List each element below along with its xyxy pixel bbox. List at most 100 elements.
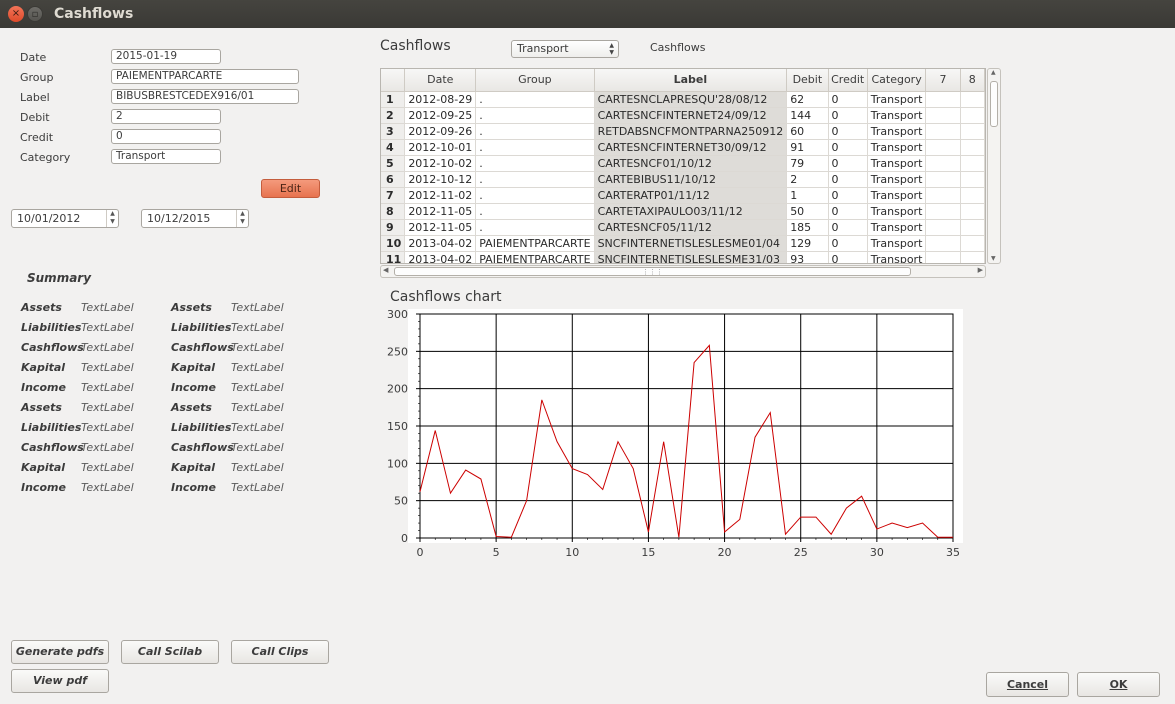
spin-arrows-icon[interactable]: ▲ ▼ <box>236 210 248 227</box>
table-row[interactable]: 10 2013-04-02 PAIEMENTPARCARTE SNCFINTERNET… <box>381 235 985 252</box>
table-row[interactable]: 4 2012-10-01. CARTESNCFINTERNET30/09/12 91 0… <box>381 139 985 156</box>
cell-group[interactable]: . <box>475 171 595 188</box>
cell-credit[interactable]: 0 <box>828 171 868 188</box>
cell-credit[interactable]: 0 <box>828 235 868 252</box>
column-header-label[interactable]: Label <box>594 69 788 92</box>
cancel-button[interactable]: Cancel <box>986 672 1069 697</box>
cell-group[interactable]: . <box>475 139 595 156</box>
cell-group[interactable]: . <box>475 203 595 220</box>
close-window-icon[interactable]: × <box>8 6 24 22</box>
cell-label[interactable]: CARTESNCFINTERNET30/09/12 <box>594 139 788 156</box>
vertical-scroll-thumb[interactable] <box>990 81 998 127</box>
scroll-up-icon[interactable]: ▲ <box>991 69 996 76</box>
cell-group[interactable]: . <box>475 155 595 172</box>
cell-label[interactable]: CARTEBIBUS11/10/12 <box>594 171 788 188</box>
cell-debit[interactable]: 62 <box>786 91 829 108</box>
cell-date[interactable]: 2012-11-05 <box>404 203 477 220</box>
row-number[interactable]: 5 <box>381 155 406 172</box>
cell-empty[interactable] <box>925 139 961 156</box>
column-header-8[interactable]: 8 <box>960 69 985 92</box>
cell-group[interactable]: . <box>475 219 595 236</box>
cell-category[interactable]: Transport <box>867 219 927 236</box>
cell-label[interactable]: SNCFINTERNETISLESLESME31/03 <box>594 251 788 263</box>
cell-empty[interactable] <box>960 235 985 252</box>
table-row[interactable]: 2 2012-09-25. CARTESNCFINTERNET24/09/12 144… <box>381 107 985 124</box>
call-clips-button[interactable]: Call Clips <box>231 640 329 664</box>
table-row[interactable]: 8 2012-11-05. CARTETAXIPAULO03/11/12 50 0 Tra… <box>381 203 985 220</box>
cell-empty[interactable] <box>925 171 961 188</box>
cell-group[interactable]: . <box>475 107 595 124</box>
cell-debit[interactable]: 2 <box>786 171 829 188</box>
cell-empty[interactable] <box>960 139 985 156</box>
cell-group[interactable]: . <box>475 91 595 108</box>
generate-pdfs-button[interactable]: Generate pdfs <box>11 640 109 664</box>
cell-debit[interactable]: 93 <box>786 251 829 263</box>
cell-debit[interactable]: 185 <box>786 219 829 236</box>
table-horizontal-scrollbar[interactable]: ◀ ⋮⋮⋮ ▶ <box>380 265 986 278</box>
row-number[interactable]: 3 <box>381 123 406 140</box>
cell-category[interactable]: Transport <box>867 139 927 156</box>
cell-credit[interactable]: 0 <box>828 251 868 263</box>
cashflows-table[interactable]: Date Group Label Debit Credit Category 7… <box>380 68 986 264</box>
cell-credit[interactable]: 0 <box>828 139 868 156</box>
cell-debit[interactable]: 79 <box>786 155 829 172</box>
cell-date[interactable]: 2012-11-02 <box>404 187 477 204</box>
cell-empty[interactable] <box>925 91 961 108</box>
table-row[interactable]: 3 2012-09-26. RETDABSNCFMONTPARNA250912 60 0… <box>381 123 985 140</box>
cell-empty[interactable] <box>925 235 961 252</box>
table-row[interactable]: 6 2012-10-12. CARTEBIBUS11/10/12 2 0 Transpor… <box>381 171 985 188</box>
cell-date[interactable]: 2012-09-26 <box>404 123 477 140</box>
credit-field[interactable]: 0 <box>111 129 221 144</box>
cell-label[interactable]: CARTESNCFINTERNET24/09/12 <box>594 107 788 124</box>
cell-debit[interactable]: 144 <box>786 107 829 124</box>
cell-debit[interactable]: 50 <box>786 203 829 220</box>
cell-credit[interactable]: 0 <box>828 203 868 220</box>
table-row[interactable]: 5 2012-10-02. CARTESNCF01/10/12 79 0 Transpor… <box>381 155 985 172</box>
column-header-group[interactable]: Group <box>475 69 595 92</box>
column-header-category[interactable]: Category <box>867 69 927 92</box>
cell-category[interactable]: Transport <box>867 155 927 172</box>
cell-label[interactable]: SNCFINTERNETISLESLESME01/04 <box>594 235 788 252</box>
cell-category[interactable]: Transport <box>867 91 927 108</box>
cell-category[interactable]: Transport <box>867 187 927 204</box>
cell-empty[interactable] <box>960 203 985 220</box>
column-header-credit[interactable]: Credit <box>828 69 868 92</box>
cell-label[interactable]: CARTETAXIPAULO03/11/12 <box>594 203 788 220</box>
cell-credit[interactable]: 0 <box>828 91 868 108</box>
cell-label[interactable]: CARTESNCF01/10/12 <box>594 155 788 172</box>
cell-empty[interactable] <box>925 187 961 204</box>
cell-debit[interactable]: 60 <box>786 123 829 140</box>
maximize-window-icon[interactable]: ▫ <box>27 6 43 22</box>
cell-group[interactable]: . <box>475 123 595 140</box>
cell-empty[interactable] <box>925 123 961 140</box>
cell-credit[interactable]: 0 <box>828 187 868 204</box>
date-field[interactable]: 2015-01-19 <box>111 49 221 64</box>
cell-category[interactable]: Transport <box>867 235 927 252</box>
cell-date[interactable]: 2013-04-02 <box>404 235 477 252</box>
cell-category[interactable]: Transport <box>867 107 927 124</box>
cell-empty[interactable] <box>960 91 985 108</box>
scroll-right-icon[interactable]: ▶ <box>978 266 983 274</box>
cell-credit[interactable]: 0 <box>828 107 868 124</box>
cell-group[interactable]: . <box>475 187 595 204</box>
row-number[interactable]: 6 <box>381 171 406 188</box>
cell-date[interactable]: 2012-09-25 <box>404 107 477 124</box>
end-date-spinbox[interactable]: 10/12/2015 ▲ ▼ <box>141 209 249 228</box>
cell-empty[interactable] <box>925 251 961 263</box>
column-header-7[interactable]: 7 <box>925 69 961 92</box>
horizontal-scroll-thumb[interactable]: ⋮⋮⋮ <box>394 267 911 276</box>
row-number[interactable]: 1 <box>381 91 406 108</box>
call-scilab-button[interactable]: Call Scilab <box>121 640 219 664</box>
table-row[interactable]: 1 2012-08-29. CARTESNCLAPRESQU'28/08/12 62 0… <box>381 91 985 108</box>
cell-empty[interactable] <box>925 155 961 172</box>
cell-category[interactable]: Transport <box>867 171 927 188</box>
ok-button[interactable]: OK <box>1077 672 1160 697</box>
cell-group[interactable]: PAIEMENTPARCARTE <box>475 251 595 263</box>
row-number[interactable]: 2 <box>381 107 406 124</box>
row-number[interactable]: 9 <box>381 219 406 236</box>
category-field[interactable]: Transport <box>111 149 221 164</box>
table-row[interactable]: 11 2013-04-02 PAIEMENTPARCARTE SNCFINTERNET… <box>381 251 985 263</box>
scroll-left-icon[interactable]: ◀ <box>383 266 388 274</box>
row-number[interactable]: 10 <box>381 235 406 252</box>
cell-category[interactable]: Transport <box>867 203 927 220</box>
